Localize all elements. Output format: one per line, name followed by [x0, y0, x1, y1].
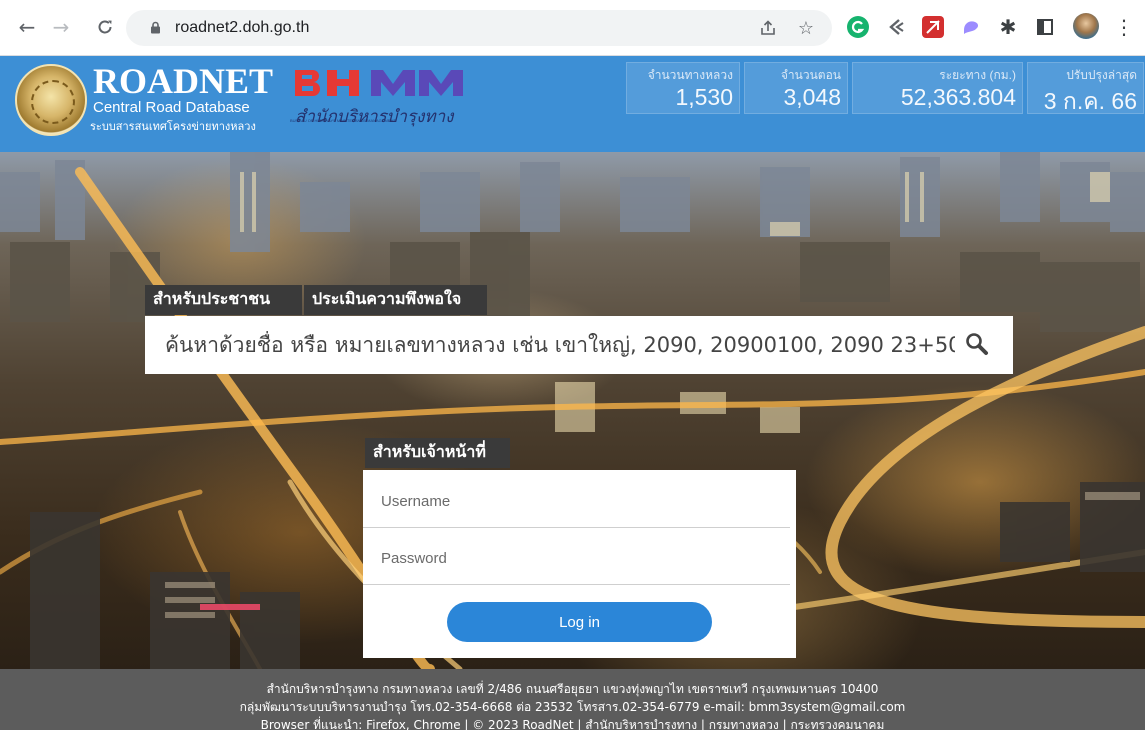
- puzzle-icon[interactable]: ✱: [997, 16, 1019, 38]
- stat-distance: ระยะทาง (กม.) 52,363.804: [852, 62, 1023, 114]
- stat-value: 3 ก.ค. 66: [1043, 88, 1137, 114]
- site-header: ROADNET Central Road Database ระบบสารสนเ…: [0, 56, 1145, 152]
- footer-links: Browser ที่แนะนำ: Firefox, Chrome | © 20…: [260, 718, 885, 730]
- search-input[interactable]: [165, 331, 955, 359]
- search-box: [145, 316, 1013, 374]
- stat-label: จำนวนตอน: [780, 68, 841, 82]
- password-field[interactable]: [363, 533, 790, 585]
- stat-label: ปรับปรุงล่าสุด: [1066, 68, 1137, 82]
- bhmm-thai-name: สำนักบริหารบำรุงทาง: [295, 107, 454, 126]
- bhmm-logo: [295, 70, 463, 96]
- profile-avatar[interactable]: [1073, 13, 1099, 39]
- grammarly-icon[interactable]: [847, 16, 869, 38]
- stat-value: 52,363.804: [900, 84, 1016, 110]
- login-form: Log in: [363, 470, 796, 658]
- pdf-icon[interactable]: [922, 16, 944, 38]
- brand-thai-subtitle: ระบบสารสนเทศโครงข่ายทางหลวง: [90, 121, 256, 133]
- stat-label: จำนวนทางหลวง: [647, 68, 733, 82]
- department-seal-logo: [15, 64, 87, 136]
- reload-icon[interactable]: [92, 14, 118, 40]
- lock-icon: [151, 21, 160, 34]
- extension-icon[interactable]: [885, 16, 907, 38]
- stat-value: 1,530: [675, 84, 733, 110]
- tab-satisfaction-survey[interactable]: ประเมินความพึงพอใจ: [304, 285, 487, 315]
- back-arrow-icon[interactable]: ←: [14, 14, 40, 40]
- url-text[interactable]: roadnet2.doh.go.th: [175, 19, 309, 37]
- footer-contact: กลุ่มพัฒนาระบบบริหารงานบำรุง โทร.02-354-…: [239, 700, 906, 714]
- stat-last-updated: ปรับปรุงล่าสุด 3 ก.ค. 66: [1027, 62, 1144, 114]
- footer-address: สำนักบริหารบำรุงทาง กรมทางหลวง เลขที่ 2/…: [266, 682, 879, 696]
- brand-subtitle: Central Road Database: [93, 99, 250, 116]
- extension-icon[interactable]: [960, 16, 982, 38]
- address-bar[interactable]: roadnet2.doh.go.th ☆: [126, 10, 832, 46]
- stat-highways: จำนวนทางหลวง 1,530: [626, 62, 740, 114]
- stat-value: 3,048: [783, 84, 841, 110]
- search-icon[interactable]: [964, 331, 990, 357]
- forward-arrow-icon[interactable]: →: [48, 14, 74, 40]
- login-button[interactable]: Log in: [447, 602, 712, 642]
- browser-toolbar: ← → roadnet2.doh.go.th ☆ ✱ ⋮: [0, 0, 1145, 56]
- stat-sections: จำนวนตอน 3,048: [744, 62, 848, 114]
- brand-title[interactable]: ROADNET: [93, 60, 273, 102]
- username-field[interactable]: [363, 476, 790, 528]
- sidebar-icon[interactable]: [1034, 16, 1056, 38]
- site-footer: สำนักบริหารบำรุงทาง กรมทางหลวง เลขที่ 2/…: [0, 669, 1145, 730]
- tab-staff-login[interactable]: สำหรับเจ้าหน้าที่: [365, 438, 510, 468]
- bookmark-star-icon[interactable]: ☆: [796, 18, 816, 39]
- kebab-menu-icon[interactable]: ⋮: [1113, 16, 1135, 38]
- tab-public[interactable]: สำหรับประชาชน: [145, 285, 302, 315]
- stat-label: ระยะทาง (กม.): [939, 68, 1016, 82]
- stats-bar: จำนวนทางหลวง 1,530 จำนวนตอน 3,048 ระยะทา…: [626, 62, 1145, 114]
- share-icon[interactable]: [758, 18, 778, 38]
